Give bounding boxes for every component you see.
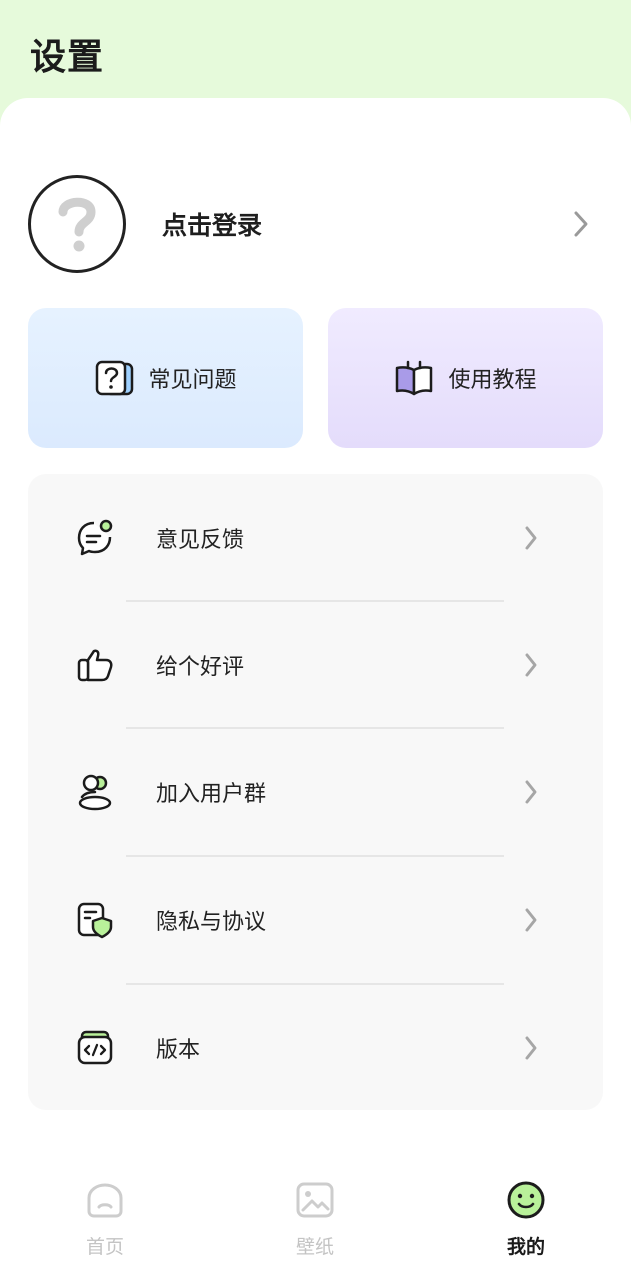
menu-item-privacy[interactable]: 隐私与协议 xyxy=(28,856,603,983)
chevron-right-icon xyxy=(525,526,537,549)
menu-item-version[interactable]: 版本 xyxy=(28,984,603,1111)
menu-item-user-group[interactable]: 加入用户群 xyxy=(28,728,603,855)
chevron-right-icon xyxy=(525,908,537,931)
chevron-right-icon xyxy=(525,653,537,676)
settings-page: 设置 点击登录 常见问题 使用教程 意见反馈 给个好评 加入用户群 隐私与协议 … xyxy=(0,0,631,1280)
login-label[interactable]: 点击登录 xyxy=(162,206,262,242)
home-icon xyxy=(87,1183,123,1218)
chevron-right-icon xyxy=(525,1036,537,1059)
book-icon xyxy=(396,360,433,396)
nav-home[interactable]: 首页 xyxy=(25,1160,185,1280)
menu-label: 意见反馈 xyxy=(156,527,245,553)
menu-label: 隐私与协议 xyxy=(156,909,267,935)
nav-label: 壁纸 xyxy=(295,1236,334,1258)
smiley-icon xyxy=(507,1181,545,1219)
settings-menu: 意见反馈 给个好评 加入用户群 隐私与协议 版本 xyxy=(28,474,603,1110)
menu-label: 版本 xyxy=(156,1037,201,1063)
feedback-icon xyxy=(77,519,113,555)
chevron-right-icon xyxy=(525,780,537,803)
chevron-right-icon[interactable] xyxy=(573,210,589,238)
page-title: 设置 xyxy=(30,37,105,78)
nav-label: 首页 xyxy=(85,1236,124,1258)
faq-label: 常见问题 xyxy=(148,368,237,393)
bottom-nav: 首页 壁纸 我的 xyxy=(0,1160,631,1280)
privacy-shield-icon xyxy=(77,902,113,938)
tutorial-card[interactable]: 使用教程 xyxy=(328,308,603,448)
code-version-icon xyxy=(77,1030,113,1064)
nav-label: 我的 xyxy=(506,1236,545,1258)
avatar[interactable] xyxy=(28,175,126,273)
wallpaper-icon xyxy=(296,1182,334,1218)
nav-wallpaper[interactable]: 壁纸 xyxy=(235,1160,395,1280)
thumbs-up-icon xyxy=(77,649,113,681)
nav-mine[interactable]: 我的 xyxy=(446,1160,606,1280)
user-group-icon xyxy=(78,774,112,810)
faq-icon xyxy=(96,360,134,396)
menu-label: 加入用户群 xyxy=(156,781,267,807)
login-row[interactable]: 点击登录 xyxy=(28,175,603,273)
tutorial-label: 使用教程 xyxy=(448,368,537,393)
faq-card[interactable]: 常见问题 xyxy=(28,308,303,448)
menu-label: 给个好评 xyxy=(156,654,245,680)
question-mark-icon xyxy=(58,197,96,252)
menu-item-feedback[interactable]: 意见反馈 xyxy=(28,474,603,601)
menu-item-rate[interactable]: 给个好评 xyxy=(28,601,603,728)
